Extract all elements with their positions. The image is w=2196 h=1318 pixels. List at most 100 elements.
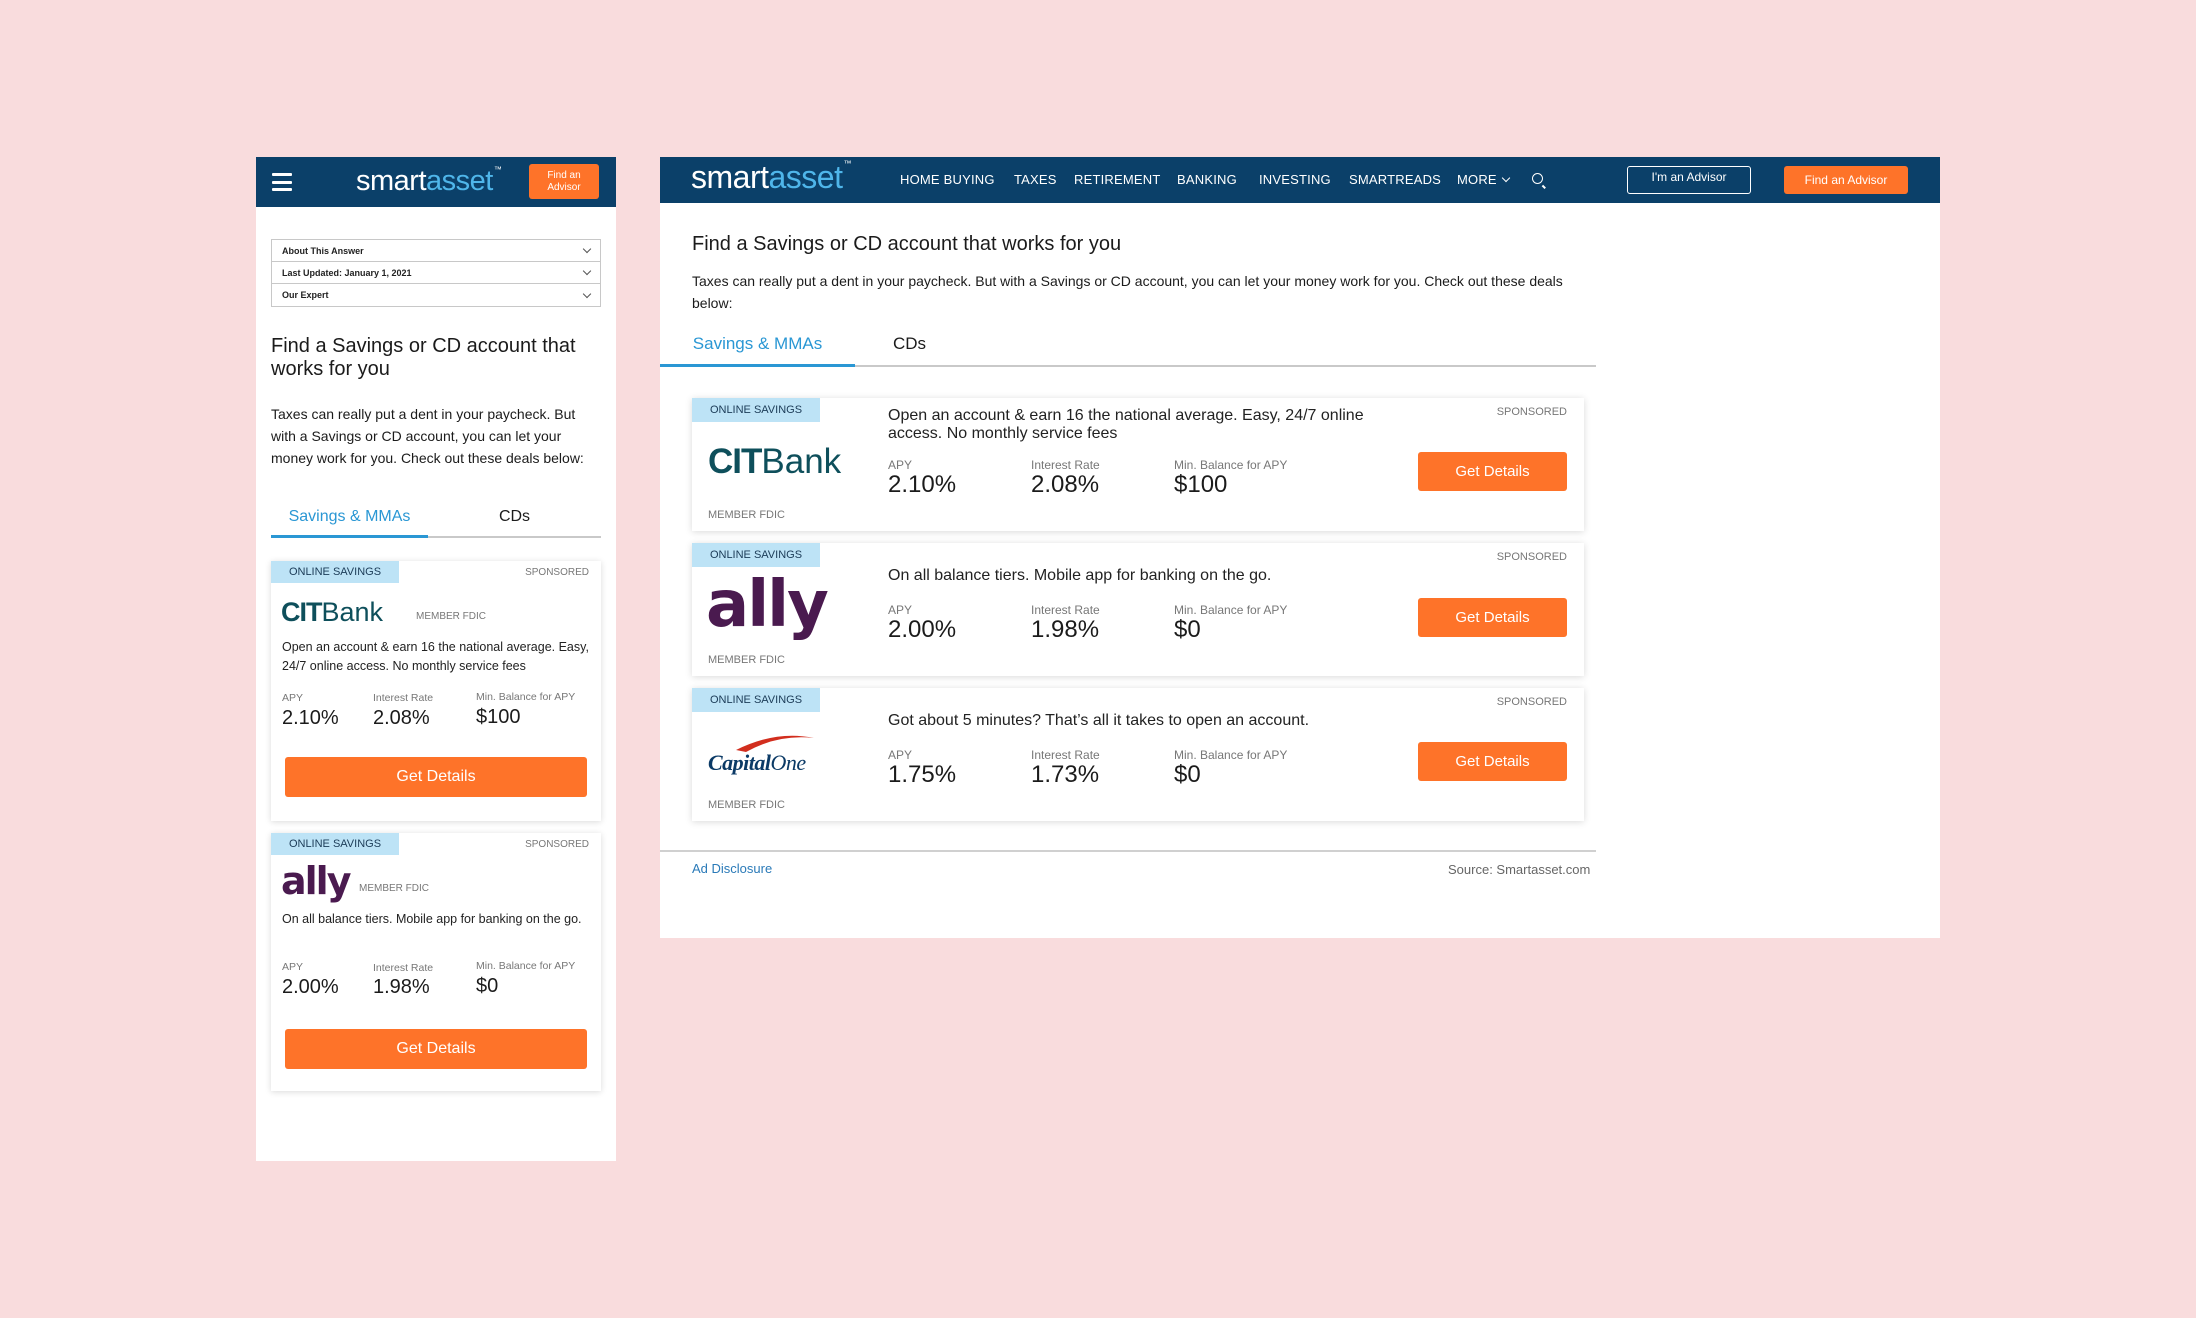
min-balance-value: $0 xyxy=(1174,616,1201,643)
apy-label: APY xyxy=(888,748,913,762)
category-tag: ONLINE SAVINGS xyxy=(692,398,820,422)
interest-rate-label: Interest Rate xyxy=(373,962,434,974)
interest-rate-label: Interest Rate xyxy=(1031,458,1100,472)
sponsored-label: SPONSORED xyxy=(1496,551,1567,563)
apy-value: 2.10% xyxy=(282,707,339,729)
offer-card-cit: ONLINE SAVINGS SPONSORED CITBank MEMBER … xyxy=(271,561,601,821)
offer-card-ally: ONLINE SAVINGS SPONSORED ally MEMBER FDI… xyxy=(271,833,601,1091)
nav-banking[interactable]: BANKING xyxy=(1177,172,1237,187)
member-fdic: MEMBER FDIC xyxy=(359,883,429,894)
get-details-button[interactable]: Get Details xyxy=(285,757,587,797)
smartasset-logo[interactable]: smartasset™ xyxy=(356,165,502,198)
sponsored-label: SPONSORED xyxy=(525,839,589,850)
page-description: Taxes can really put a dent in your payc… xyxy=(271,406,584,466)
apy-value: 2.10% xyxy=(888,471,957,498)
page-title: Find a Savings or CD account that works … xyxy=(692,233,1122,255)
apy-label: APY xyxy=(888,458,913,472)
sponsored-label: SPONSORED xyxy=(1496,406,1567,418)
interest-rate-label: Interest Rate xyxy=(1031,603,1100,617)
chevron-down-icon xyxy=(1501,173,1511,183)
im-an-advisor-button[interactable]: I'm an Advisor xyxy=(1627,166,1751,194)
min-balance-label: Min. Balance for APY xyxy=(1174,458,1288,472)
get-details-button[interactable]: Get Details xyxy=(1418,452,1567,491)
offer-card-capital-one: ONLINE SAVINGS SPONSORED CapitalOne MEMB… xyxy=(692,688,1584,821)
offer-description: On all balance tiers. Mobile app for ban… xyxy=(888,567,1272,584)
min-balance-label: Min. Balance for APY xyxy=(476,960,576,972)
member-fdic: MEMBER FDIC xyxy=(708,654,785,666)
interest-rate-value: 2.08% xyxy=(1031,471,1100,498)
member-fdic: MEMBER FDIC xyxy=(708,799,785,811)
ad-disclosure-link[interactable]: Ad Disclosure xyxy=(692,861,772,876)
interest-rate-label: Interest Rate xyxy=(1031,748,1100,762)
apy-label: APY xyxy=(282,692,304,704)
category-tag: ONLINE SAVINGS xyxy=(692,688,820,712)
offer-description: Got about 5 minutes? That’s all it takes… xyxy=(888,712,1310,729)
divider xyxy=(660,850,1596,852)
min-balance-value: $0 xyxy=(1174,761,1201,788)
chevron-down-icon xyxy=(582,266,592,276)
page-title: Find a Savings or CD account that works … xyxy=(271,335,576,380)
mobile-header: smartasset™ Find an Advisor xyxy=(256,157,616,207)
offer-card-ally: ONLINE SAVINGS SPONSORED ally MEMBER FDI… xyxy=(692,543,1584,676)
source-label: Source: Smartasset.com xyxy=(1448,862,1591,877)
page-description: Taxes can really put a dent in your payc… xyxy=(692,273,1563,311)
category-tag: ONLINE SAVINGS xyxy=(271,833,399,855)
nav-taxes[interactable]: TAXES xyxy=(1014,172,1057,187)
capital-one-logo: CapitalOne xyxy=(706,732,816,782)
desktop-preview: smartasset™ HOME BUYING TAXES RETIREMENT… xyxy=(660,157,1940,938)
tab-savings[interactable]: Savings & MMAs xyxy=(660,334,855,367)
min-balance-value: $100 xyxy=(1174,471,1228,498)
accordion-about[interactable]: About This Answer xyxy=(272,240,600,262)
smartasset-logo[interactable]: smartasset™ xyxy=(691,159,851,196)
account-tabs: Savings & MMAs CDs xyxy=(660,327,1596,367)
min-balance-value: $100 xyxy=(476,706,521,728)
interest-rate-value: 1.73% xyxy=(1031,761,1100,788)
interest-rate-value: 1.98% xyxy=(1031,616,1100,643)
offer-description: Open an account & earn 16 the national a… xyxy=(282,640,589,673)
hamburger-icon[interactable] xyxy=(272,173,292,191)
desktop-header: smartasset™ HOME BUYING TAXES RETIREMENT… xyxy=(660,157,1940,203)
min-balance-value: $0 xyxy=(476,975,499,997)
ally-logo: ally xyxy=(281,859,351,903)
category-tag: ONLINE SAVINGS xyxy=(692,543,820,567)
get-details-button[interactable]: Get Details xyxy=(1418,742,1567,781)
search-icon[interactable] xyxy=(1532,173,1543,184)
tab-cds[interactable]: CDs xyxy=(893,334,926,354)
interest-rate-value: 2.08% xyxy=(373,707,430,729)
cit-bank-logo: CITBank xyxy=(708,442,842,481)
offer-description: On all balance tiers. Mobile app for ban… xyxy=(282,912,582,926)
apy-value: 1.75% xyxy=(888,761,957,788)
answer-accordion: About This Answer Last Updated: January … xyxy=(271,239,601,307)
member-fdic: MEMBER FDIC xyxy=(416,611,486,622)
apy-value: 2.00% xyxy=(888,616,957,643)
find-advisor-button[interactable]: Find an Advisor xyxy=(529,164,599,199)
interest-rate-label: Interest Rate xyxy=(373,692,434,704)
sponsored-label: SPONSORED xyxy=(525,567,589,578)
tab-savings[interactable]: Savings & MMAs xyxy=(271,508,428,538)
apy-label: APY xyxy=(282,961,304,973)
min-balance-label: Min. Balance for APY xyxy=(1174,748,1288,762)
account-tabs: Savings & MMAs CDs xyxy=(271,508,601,538)
find-advisor-button[interactable]: Find an Advisor xyxy=(1784,166,1908,194)
nav-more[interactable]: MORE xyxy=(1457,172,1511,187)
nav-smartreads[interactable]: SMARTREADS xyxy=(1349,172,1441,187)
sponsored-label: SPONSORED xyxy=(1496,696,1567,708)
accordion-last-updated[interactable]: Last Updated: January 1, 2021 xyxy=(272,262,600,284)
mobile-preview: smartasset™ Find an Advisor About This An… xyxy=(256,157,616,1161)
offer-description: Open an account & earn 16 the national a… xyxy=(888,407,1364,442)
cit-bank-logo: CITBank xyxy=(281,597,384,627)
nav-retirement[interactable]: RETIREMENT xyxy=(1074,172,1161,187)
accordion-expert[interactable]: Our Expert xyxy=(272,284,600,306)
get-details-button[interactable]: Get Details xyxy=(285,1029,587,1069)
category-tag: ONLINE SAVINGS xyxy=(271,561,399,583)
ally-logo: ally xyxy=(706,568,829,642)
nav-home-buying[interactable]: HOME BUYING xyxy=(900,172,995,187)
member-fdic: MEMBER FDIC xyxy=(708,509,785,521)
tab-cds[interactable]: CDs xyxy=(428,508,601,526)
interest-rate-value: 1.98% xyxy=(373,976,430,998)
nav-investing[interactable]: INVESTING xyxy=(1259,172,1331,187)
chevron-down-icon xyxy=(582,244,592,254)
get-details-button[interactable]: Get Details xyxy=(1418,598,1567,637)
apy-label: APY xyxy=(888,603,913,617)
min-balance-label: Min. Balance for APY xyxy=(1174,603,1288,617)
